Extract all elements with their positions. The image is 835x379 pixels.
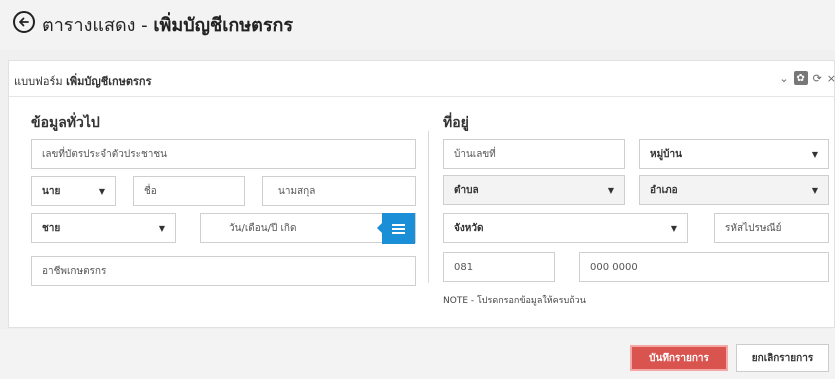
subdistrict-select[interactable]: ตำบล ▼ [443, 175, 625, 205]
panel-title: แบบฟอร์ม เพิ่มบัญชีเกษตรกร [14, 72, 151, 90]
cancel-button[interactable]: ยกเลิกรายการ [736, 344, 829, 372]
general-section-title: ข้อมูลทั่วไป [31, 115, 100, 131]
calendar-button[interactable] [377, 213, 415, 244]
id-card-input[interactable]: เลขที่บัตรประจำตัวประชาชน [31, 139, 416, 169]
address-section-title: ที่อยู่ [443, 115, 469, 131]
birthdate-placeholder: วัน/เดือน/ปี เกิด [229, 222, 297, 234]
occupation-input[interactable]: อาชีพเกษตรกร [31, 256, 416, 286]
gender-select[interactable]: ชาย ▼ [31, 213, 176, 243]
house-no-input[interactable]: บ้านเลขที่ [443, 139, 625, 169]
caret-down-icon: ▼ [158, 223, 165, 233]
panel-title-prefix: แบบฟอร์ม [14, 75, 67, 88]
refresh-icon[interactable]: ⟳ [813, 72, 822, 85]
first-name-input[interactable]: ชื่อ [133, 176, 245, 206]
district-select[interactable]: อำเภอ ▼ [639, 175, 829, 205]
close-icon[interactable]: × [827, 72, 835, 85]
form-panel-header: แบบฟอร์ม เพิ่มบัญชีเกษตรกร ⌄ ✿ ⟳ × [9, 61, 835, 97]
village-select-value: หมู่บ้าน [650, 148, 682, 160]
page-title: ตารางแสดง - เพิ่มบัญชีเกษตรกร [42, 10, 293, 39]
title-select[interactable]: นาย ▼ [31, 176, 116, 206]
panel-tools: ⌄ ✿ ⟳ × [779, 71, 835, 85]
caret-down-icon: ▼ [811, 149, 818, 159]
gender-select-value: ชาย [42, 222, 61, 234]
gear-icon[interactable]: ✿ [793, 71, 808, 85]
phone-prefix-input[interactable]: 081 [443, 252, 555, 282]
panel-title-main: เพิ่มบัญชีเกษตรกร [66, 75, 152, 88]
province-select-value: จังหวัด [454, 222, 484, 234]
page-title-prefix: ตารางแสดง - [42, 15, 154, 36]
caret-down-icon: ▼ [811, 185, 818, 195]
caret-down-icon: ▼ [98, 186, 105, 196]
form-note: NOTE - โปรดกรอกข้อมูลให้ครบถ้วน [443, 296, 586, 306]
phone-number-input[interactable]: 000 0000 [579, 252, 829, 282]
last-name-placeholder: นามสกุล [278, 185, 316, 197]
subdistrict-select-value: ตำบล [454, 184, 479, 196]
page-header: ตารางแสดง - เพิ่มบัญชีเกษตรกร [0, 0, 835, 50]
last-name-input[interactable]: นามสกุล [262, 176, 416, 206]
village-select[interactable]: หมู่บ้าน ▼ [639, 139, 829, 169]
postcode-input[interactable]: รหัสไปรษณีย์ [714, 213, 829, 243]
calendar-icon [392, 223, 405, 234]
province-select[interactable]: จังหวัด ▼ [443, 213, 688, 243]
title-select-value: นาย [42, 185, 61, 197]
arrow-left-icon [19, 17, 29, 27]
back-button[interactable] [13, 11, 35, 33]
save-button[interactable]: บันทึกรายการ [630, 345, 728, 371]
caret-down-icon: ▼ [607, 185, 614, 195]
caret-down-icon: ▼ [670, 223, 677, 233]
district-select-value: อำเภอ [650, 184, 678, 196]
column-divider [428, 131, 429, 283]
page-title-main: เพิ่มบัญชีเกษตรกร [153, 15, 294, 36]
chevron-down-icon[interactable]: ⌄ [779, 72, 788, 85]
